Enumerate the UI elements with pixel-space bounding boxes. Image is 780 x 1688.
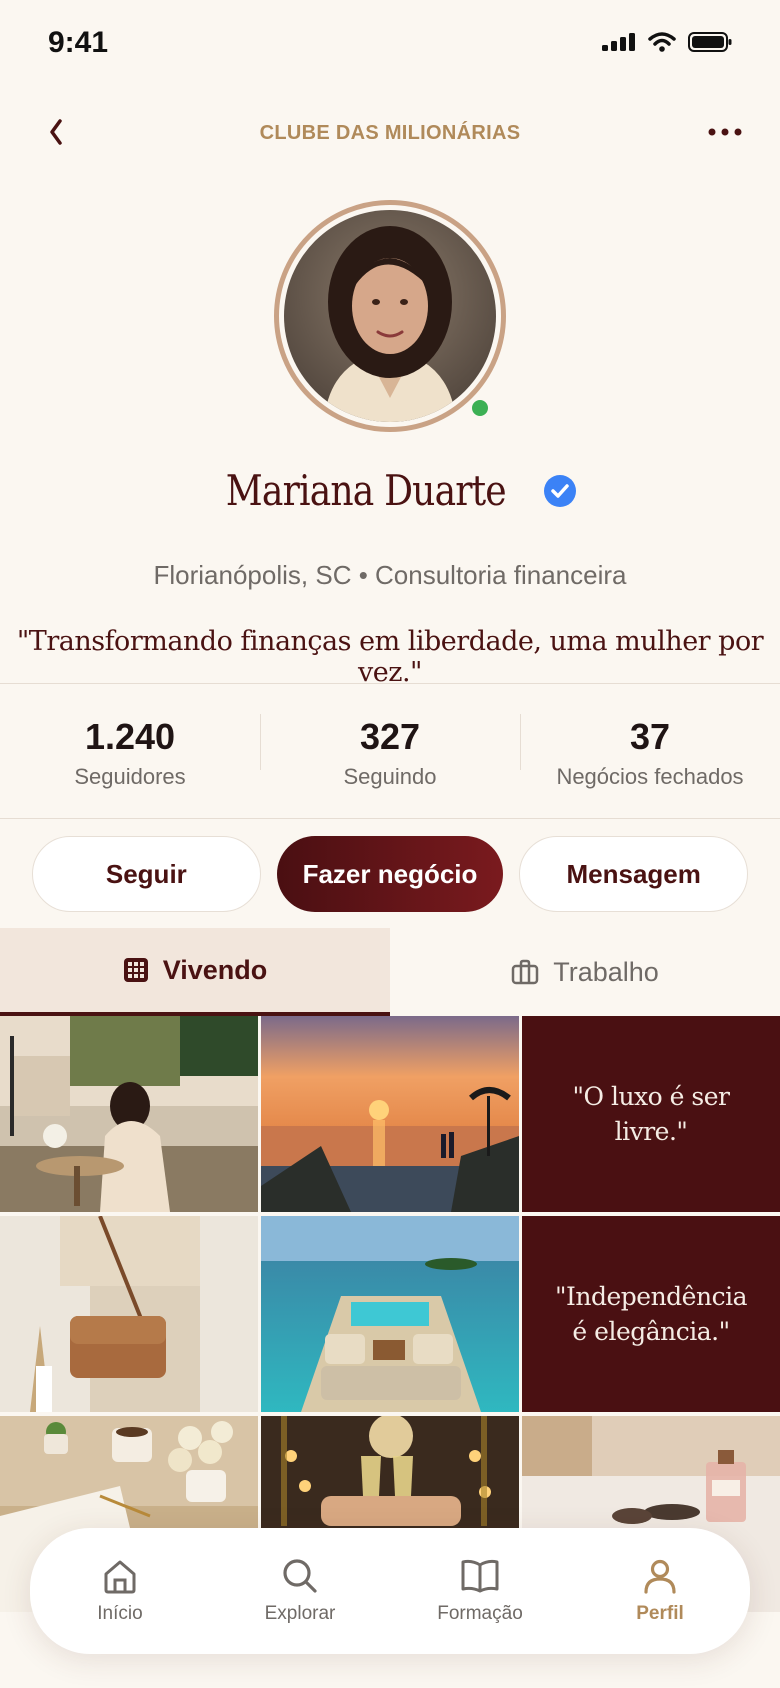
nav-label: Explorar — [264, 1603, 336, 1624]
content-tabs: Vivendo Trabalho — [0, 928, 780, 1016]
verified-badge-icon — [543, 474, 576, 507]
stat-followers[interactable]: 1.240 Seguidores — [0, 684, 260, 818]
status-time: 9:41 — [48, 26, 109, 59]
post-photo-yacht[interactable] — [261, 1216, 519, 1412]
post-photo-sunset[interactable] — [261, 1016, 519, 1212]
make-deal-button[interactable]: Fazer negócio — [276, 836, 504, 912]
person-icon — [644, 1559, 676, 1594]
status-bar: 9:41 — [0, 0, 780, 90]
avatar — [284, 210, 496, 422]
stat-deals-closed[interactable]: 37 Negócios fechados — [520, 684, 780, 818]
book-icon — [461, 1559, 499, 1593]
nav-explorar[interactable]: Explorar — [210, 1557, 390, 1625]
stat-label: Seguidores — [74, 764, 186, 789]
stat-label: Seguindo — [343, 764, 437, 789]
quote-text: "Independência é elegância." — [555, 1282, 747, 1346]
follow-button[interactable]: Seguir — [32, 836, 261, 912]
battery-icon — [688, 32, 732, 52]
nav-label: Formação — [437, 1603, 523, 1624]
nav-label: Início — [97, 1603, 143, 1624]
page-title: CLUBE DAS MILIONÁRIAS — [259, 122, 521, 144]
stat-label: Negócios fechados — [556, 764, 744, 789]
briefcase-icon — [511, 959, 539, 985]
post-photo-handbag[interactable] — [0, 1216, 258, 1412]
nav-label: Perfil — [636, 1603, 684, 1624]
avatar-ring[interactable] — [274, 200, 506, 432]
tab-label: Trabalho — [553, 956, 659, 987]
profile-name-row: Mariana Duarte — [0, 466, 780, 515]
post-quote[interactable]: "O luxo é ser livre." — [522, 1016, 780, 1212]
post-quote[interactable]: "Independência é elegância." — [522, 1216, 780, 1412]
profile-stats: 1.240 Seguidores 327 Seguindo 37 Negócio… — [0, 684, 780, 818]
wifi-icon — [648, 32, 676, 52]
grid-icon — [123, 958, 148, 982]
post-photo-cafe[interactable] — [0, 1016, 258, 1212]
signal-icon — [602, 33, 635, 51]
stat-following[interactable]: 327 Seguindo — [260, 684, 520, 818]
profile-name: Mariana Duarte — [225, 466, 507, 515]
profile-location: Florianópolis, SC • Consultoria financei… — [153, 560, 627, 590]
tab-trabalho[interactable]: Trabalho — [390, 928, 780, 1016]
top-header: CLUBE DAS MILIONÁRIAS — [0, 100, 780, 166]
more-horizontal-icon — [708, 128, 742, 136]
search-icon — [283, 1559, 317, 1593]
quote-text: "O luxo é ser livre." — [572, 1082, 730, 1146]
profile-bio: "Transformando finanças em liberdade, um… — [16, 626, 764, 688]
nav-inicio[interactable]: Início — [30, 1557, 210, 1625]
tab-vivendo[interactable]: Vivendo — [0, 928, 390, 1016]
nav-formacao[interactable]: Formação — [390, 1557, 570, 1625]
stat-value: 1.240 — [84, 716, 176, 757]
home-icon — [104, 1560, 136, 1594]
post-grid: "O luxo é ser livre." "Independência é e… — [0, 1016, 780, 1612]
stat-value: 327 — [359, 716, 421, 757]
message-button[interactable]: Mensagem — [519, 836, 749, 912]
bottom-navigation: Início Explorar Formação Perfil — [30, 1528, 750, 1654]
tab-label: Vivendo — [162, 954, 268, 985]
profile-actions: Seguir Fazer negócio Mensagem — [32, 836, 749, 912]
online-status-indicator — [468, 396, 492, 420]
status-icons — [602, 32, 732, 52]
nav-perfil[interactable]: Perfil — [570, 1557, 750, 1625]
more-options-button[interactable] — [700, 112, 750, 152]
stat-value: 37 — [629, 716, 671, 757]
divider — [0, 818, 780, 819]
